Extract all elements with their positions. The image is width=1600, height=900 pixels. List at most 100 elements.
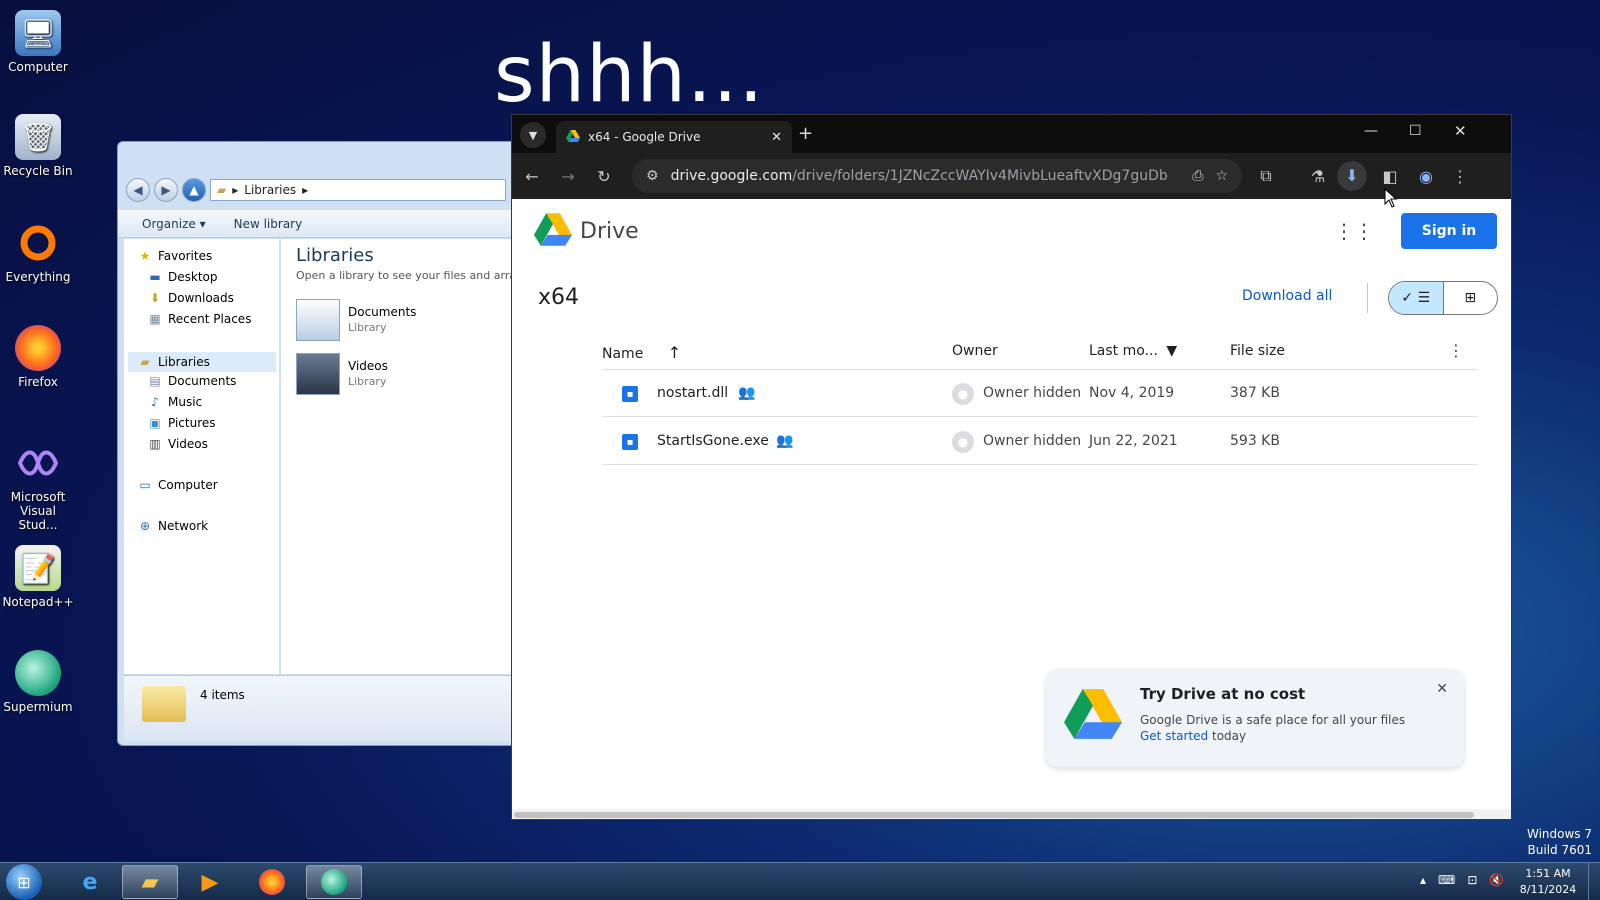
- download-all-button[interactable]: Download all: [1242, 288, 1332, 304]
- browser-menu-icon[interactable]: ⋮: [1442, 167, 1478, 186]
- tree-documents[interactable]: ▤ Documents: [148, 374, 236, 388]
- tree-favorites[interactable]: ★ Favorites: [138, 249, 213, 263]
- tree-label: Videos: [168, 437, 208, 451]
- promo-body: Google Drive is a safe place for all you…: [1140, 713, 1406, 727]
- start-button[interactable]: ⊞: [6, 864, 42, 900]
- side-panel-icon[interactable]: ◧: [1372, 167, 1408, 186]
- network-icon[interactable]: ⊡: [1467, 873, 1477, 887]
- column-header-last-modified[interactable]: Last mo... ▼: [1089, 343, 1177, 359]
- table-row[interactable]: ▪ nostart.dll 👥 ● Owner hidden Nov 4, 20…: [602, 370, 1478, 417]
- chevron-right-icon: ▸: [302, 183, 309, 197]
- view-toggle: ✓ ☰ ⊞: [1388, 281, 1498, 315]
- apps-grid-icon[interactable]: ⋮⋮: [1334, 219, 1374, 243]
- tree-desktop[interactable]: ▬ Desktop: [148, 270, 217, 284]
- up-button[interactable]: ▲: [182, 178, 206, 202]
- tree-label: Documents: [168, 374, 237, 388]
- labs-icon[interactable]: ⚗: [1300, 167, 1336, 186]
- show-hidden-icons-icon[interactable]: ▴: [1420, 873, 1426, 887]
- library-name: Videos: [348, 359, 388, 373]
- desktop-icon-recycle-bin[interactable]: 🗑 Recycle Bin: [0, 114, 76, 178]
- taskbar-media-player[interactable]: ▶: [182, 865, 238, 899]
- address-bar[interactable]: ⚙ drive.google.com/drive/folders/1JZNcZc…: [632, 159, 1242, 193]
- reload-icon[interactable]: ↻: [586, 167, 622, 186]
- close-window-button[interactable]: ✕: [1454, 122, 1467, 140]
- column-header-owner[interactable]: Owner: [952, 343, 998, 359]
- close-tab-icon[interactable]: ✕: [771, 130, 782, 145]
- bookmark-star-icon[interactable]: ☆: [1215, 168, 1228, 184]
- tab-search-button[interactable]: ▼: [520, 122, 546, 148]
- tree-network[interactable]: ⊕ Network: [138, 519, 208, 533]
- column-header-name[interactable]: Name ↑: [602, 343, 681, 362]
- profile-icon[interactable]: ◉: [1408, 167, 1444, 186]
- tree-recent-places[interactable]: ▦ Recent Places: [148, 312, 251, 326]
- shared-icon: 👥: [776, 433, 794, 449]
- desktop-icon-everything[interactable]: Everything: [0, 220, 76, 284]
- more-options-icon[interactable]: ⋮: [1448, 341, 1464, 360]
- back-button[interactable]: ◀: [126, 178, 150, 202]
- folder-icon: ▰: [141, 869, 159, 895]
- column-header-file-size[interactable]: File size: [1230, 343, 1285, 359]
- libraries-content: Libraries Open a library to see your fil…: [281, 239, 511, 674]
- tab-google-drive[interactable]: x64 - Google Drive ✕: [556, 121, 792, 153]
- avatar-icon: ●: [952, 431, 974, 453]
- breadcrumb[interactable]: Libraries: [244, 183, 296, 197]
- computer-icon: ▭: [139, 478, 151, 492]
- list-view-button[interactable]: ✓ ☰: [1389, 282, 1444, 314]
- star-icon: ★: [139, 249, 151, 263]
- library-item-videos[interactable]: Videos Library: [296, 351, 496, 397]
- clock[interactable]: 1:51 AM 8/11/2024: [1512, 866, 1584, 898]
- forward-button[interactable]: ▶: [154, 178, 178, 202]
- windows-watermark: Windows 7 Build 7601: [1527, 826, 1592, 858]
- show-desktop-button[interactable]: [1588, 863, 1600, 900]
- new-library-button[interactable]: New library: [234, 217, 303, 231]
- forward-arrow-icon[interactable]: →: [550, 167, 586, 186]
- taskbar-supermium[interactable]: [306, 865, 362, 899]
- explorer-address-bar[interactable]: ▰ ▸ Libraries ▸: [210, 179, 506, 201]
- tree-pictures[interactable]: ▣ Pictures: [148, 416, 215, 430]
- maximize-button[interactable]: ☐: [1409, 123, 1422, 139]
- table-row[interactable]: ▪ StartIsGone.exe 👥 ● Owner hidden Jun 2…: [602, 418, 1478, 465]
- extensions-icon[interactable]: ⧉: [1248, 166, 1284, 186]
- grid-view-button[interactable]: ⊞: [1444, 282, 1498, 314]
- explorer-nav-bar: ◀ ▶ ▲ ▰ ▸ Libraries ▸: [126, 176, 506, 204]
- minimize-button[interactable]: —: [1364, 123, 1378, 139]
- organize-button[interactable]: Organize ▾: [142, 217, 206, 231]
- taskbar-explorer[interactable]: ▰: [122, 865, 178, 899]
- keyboard-icon[interactable]: ⌨: [1438, 873, 1455, 887]
- downloads-icon[interactable]: ⬇: [1337, 161, 1367, 191]
- horizontal-scrollbar[interactable]: [512, 809, 1511, 819]
- new-tab-button[interactable]: +: [798, 123, 813, 144]
- tree-libraries[interactable]: ▰ Libraries: [128, 352, 276, 372]
- tree-label: Music: [168, 395, 203, 409]
- tree-computer[interactable]: ▭ Computer: [138, 478, 217, 492]
- library-item-documents[interactable]: Documents Library: [296, 297, 496, 343]
- clock-date: 8/11/2024: [1519, 883, 1577, 896]
- tree-music[interactable]: ♪ Music: [148, 395, 202, 409]
- supermium-icon: [321, 869, 347, 895]
- file-modified: Nov 4, 2019: [1089, 385, 1175, 401]
- close-icon[interactable]: ✕: [1436, 681, 1448, 697]
- shared-icon: 👥: [738, 385, 756, 401]
- desktop-icon-computer[interactable]: 🖥 Computer: [0, 10, 76, 74]
- volume-muted-icon[interactable]: 🔇: [1489, 873, 1504, 887]
- scrollbar-thumb[interactable]: [514, 812, 1474, 818]
- navigation-pane: ★ Favorites ▬ Desktop ⬇ Downloads ▦ Rece…: [124, 239, 280, 674]
- install-app-icon[interactable]: ⎙: [1192, 168, 1203, 184]
- back-arrow-icon[interactable]: ←: [514, 167, 550, 186]
- tree-downloads[interactable]: ⬇ Downloads: [148, 291, 234, 305]
- desktop-icon-label: Computer: [8, 60, 68, 74]
- desktop-icon-visual-studio[interactable]: Microsoft Visual Stud...: [0, 440, 76, 532]
- site-info-icon[interactable]: ⚙: [646, 168, 659, 184]
- drive-logo[interactable]: Drive: [534, 213, 639, 249]
- desktop-icon-firefox[interactable]: Firefox: [0, 325, 76, 389]
- recent-places-icon: ▦: [149, 312, 161, 326]
- taskbar-ie[interactable]: e: [62, 865, 118, 899]
- desktop-icon-supermium[interactable]: Supermium: [0, 650, 76, 714]
- desktop-icon-notepadpp[interactable]: 📝 Notepad++: [0, 545, 76, 609]
- file-size: 593 KB: [1230, 433, 1280, 449]
- sign-in-button[interactable]: Sign in: [1401, 213, 1497, 249]
- taskbar-firefox[interactable]: [244, 865, 300, 899]
- get-started-link[interactable]: Get started: [1140, 729, 1208, 743]
- tree-videos[interactable]: ▥ Videos: [148, 437, 208, 451]
- library-type: Library: [348, 375, 387, 388]
